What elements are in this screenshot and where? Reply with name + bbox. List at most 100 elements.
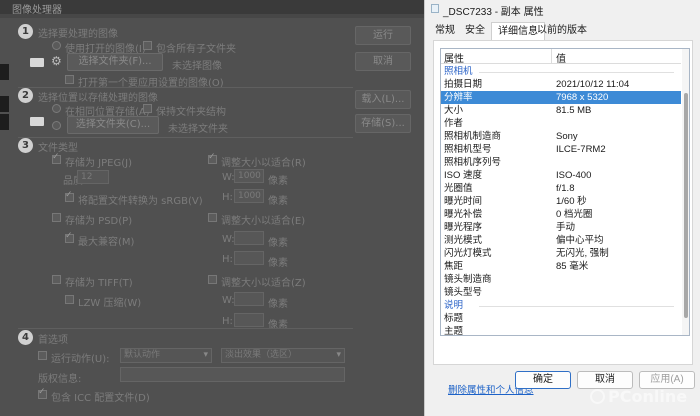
resize-tiff-label: 调整大小以适合(Z) <box>221 278 306 289</box>
property-row[interactable]: 照相机制造商 Sony <box>441 130 681 143</box>
load-button[interactable]: 载入(L)... <box>355 90 411 109</box>
property-row[interactable]: 拍摄日期 2021/10/12 11:04 <box>441 78 681 91</box>
property-row[interactable]: ISO 速度 ISO-400 <box>441 169 681 182</box>
property-name: ISO 速度 <box>444 170 483 181</box>
property-row[interactable]: 照相机型号 ILCE-7RM2 <box>441 143 681 156</box>
save-tiff-checkbox[interactable] <box>52 275 61 284</box>
property-row[interactable]: 照相机序列号 <box>441 156 681 169</box>
property-value: 偏中心平均 <box>556 235 604 246</box>
ok-button[interactable]: 确定 <box>515 371 571 389</box>
property-group-header[interactable]: 说明 <box>441 299 681 312</box>
property-name: 说明 <box>444 300 464 311</box>
grid-scrollbar[interactable] <box>682 49 689 335</box>
property-name: 照相机 <box>444 66 473 77</box>
property-name: 作者 <box>444 118 464 129</box>
no-image-label: 未选择图像 <box>172 61 222 72</box>
run-action-label: 运行动作(U): <box>51 354 110 365</box>
tiff-w-input[interactable] <box>234 292 264 306</box>
property-value: ILCE-7RM2 <box>556 144 606 155</box>
property-name: 大小 <box>444 105 464 116</box>
property-value: 85 毫米 <box>556 261 589 272</box>
psd-w-input[interactable] <box>234 231 264 245</box>
save-settings-button[interactable]: 存储(S)... <box>355 114 411 133</box>
property-value: 2021/10/12 11:04 <box>556 79 630 90</box>
select-destination-folder-button[interactable]: 选择文件夹(C)... <box>67 116 159 134</box>
property-value: f/1.8 <box>556 183 575 194</box>
section-divider <box>18 328 353 329</box>
quality-input[interactable]: 12 <box>77 170 109 184</box>
property-row[interactable]: 闪光灯模式 无闪光, 强制 <box>441 247 681 260</box>
section-heading-2: 选择位置以存储处理的图像 <box>38 93 158 104</box>
side-tab <box>0 96 9 112</box>
lzw-checkbox[interactable] <box>65 295 74 304</box>
property-row[interactable]: 镜头制造商 <box>441 273 681 286</box>
convert-srgb-checkbox[interactable] <box>65 190 74 202</box>
property-row[interactable]: 作者 <box>441 117 681 130</box>
resize-psd-checkbox[interactable] <box>208 213 217 222</box>
property-name: 焦距 <box>444 261 464 272</box>
tiff-h-input[interactable] <box>234 313 264 327</box>
property-row[interactable]: 主题 <box>441 325 681 335</box>
copyright-input[interactable] <box>120 367 345 382</box>
tiff-w-label: W: <box>222 295 235 306</box>
open-first-image-checkbox[interactable] <box>65 75 74 84</box>
property-row[interactable]: 光圈值 f/1.8 <box>441 182 681 195</box>
action-select[interactable]: 淡出效果（选区） <box>221 348 345 363</box>
tab-previous-versions[interactable]: 以前的版本 <box>531 22 593 40</box>
property-row[interactable]: 焦距 85 毫米 <box>441 260 681 273</box>
processor-title-bar: 图像处理器 <box>0 0 430 16</box>
property-name: 闪光灯模式 <box>444 248 492 259</box>
section-heading-4: 首选项 <box>38 335 68 346</box>
property-name: 曝光补偿 <box>444 209 483 220</box>
psd-h-label: H: <box>222 254 233 265</box>
property-group-header[interactable]: 照相机 <box>441 65 681 78</box>
property-row[interactable]: 曝光程序 手动 <box>441 221 681 234</box>
tiff-h-label: H: <box>222 316 233 327</box>
same-location-radio[interactable] <box>52 104 61 113</box>
jpeg-h-input[interactable]: 1000 <box>234 189 264 203</box>
resize-jpeg-checkbox[interactable] <box>208 152 217 164</box>
include-subfolders-checkbox[interactable] <box>143 41 152 50</box>
property-row[interactable]: 分辨率 7968 x 5320 <box>441 91 681 104</box>
resize-tiff-checkbox[interactable] <box>208 275 217 284</box>
column-separator <box>551 49 552 64</box>
jpeg-w-input[interactable]: 1000 <box>234 169 264 183</box>
property-row[interactable]: 标题 <box>441 312 681 325</box>
property-row[interactable]: 镜头型号 <box>441 286 681 299</box>
properties-grid[interactable]: 属性 值 照相机 拍摄日期 2021/10/12 11:04 分辨率 7968 x 53… <box>440 48 690 336</box>
processor-cancel-button[interactable]: 取消 <box>355 52 411 71</box>
column-header-value[interactable]: 值 <box>556 50 566 65</box>
property-row[interactable]: 曝光时间 1/60 秒 <box>441 195 681 208</box>
action-set-select[interactable]: 默认动作 <box>120 348 212 363</box>
convert-srgb-label: 将配置文件转换为 sRGB(V) <box>78 196 203 207</box>
run-action-checkbox[interactable] <box>38 351 47 360</box>
include-icc-checkbox[interactable] <box>38 387 47 399</box>
save-jpeg-checkbox[interactable] <box>52 152 61 164</box>
property-row[interactable]: 曝光补偿 0 档光圈 <box>441 208 681 221</box>
property-name: 测光模式 <box>444 235 483 246</box>
psd-h-input[interactable] <box>234 251 264 265</box>
select-source-folder-button[interactable]: 选择文件夹(F)... <box>67 53 163 71</box>
run-button[interactable]: 运行 <box>355 26 411 45</box>
column-header-property[interactable]: 属性 <box>444 50 464 65</box>
save-psd-checkbox[interactable] <box>52 213 61 222</box>
scrollbar-thumb[interactable] <box>684 93 688 318</box>
image-processor-dialog: 图像处理器 1 选择要处理的图像 使用打开的图像(I) 包含所有子文件夹 ⚙ 选… <box>0 0 430 416</box>
resize-psd-label: 调整大小以适合(E) <box>221 216 306 227</box>
group-rule <box>479 72 674 73</box>
property-name: 照相机制造商 <box>444 131 502 142</box>
property-name: 光圈值 <box>444 183 473 194</box>
property-row[interactable]: 大小 81.5 MB <box>441 104 681 117</box>
property-value: ISO-400 <box>556 170 592 181</box>
property-row[interactable]: 测光模式 偏中心平均 <box>441 234 681 247</box>
use-open-images-radio[interactable] <box>52 41 61 50</box>
image-stack-icon <box>30 58 44 67</box>
tab-security[interactable]: 安全 <box>459 22 491 40</box>
max-compat-checkbox[interactable] <box>65 231 74 243</box>
property-name: 曝光程序 <box>444 222 483 233</box>
keep-structure-checkbox[interactable] <box>143 104 152 113</box>
lzw-label: LZW 压缩(W) <box>78 298 142 309</box>
include-subfolders-label: 包含所有子文件夹 <box>156 44 236 55</box>
select-folder-radio[interactable] <box>52 121 61 130</box>
tab-general[interactable]: 常规 <box>429 22 461 40</box>
